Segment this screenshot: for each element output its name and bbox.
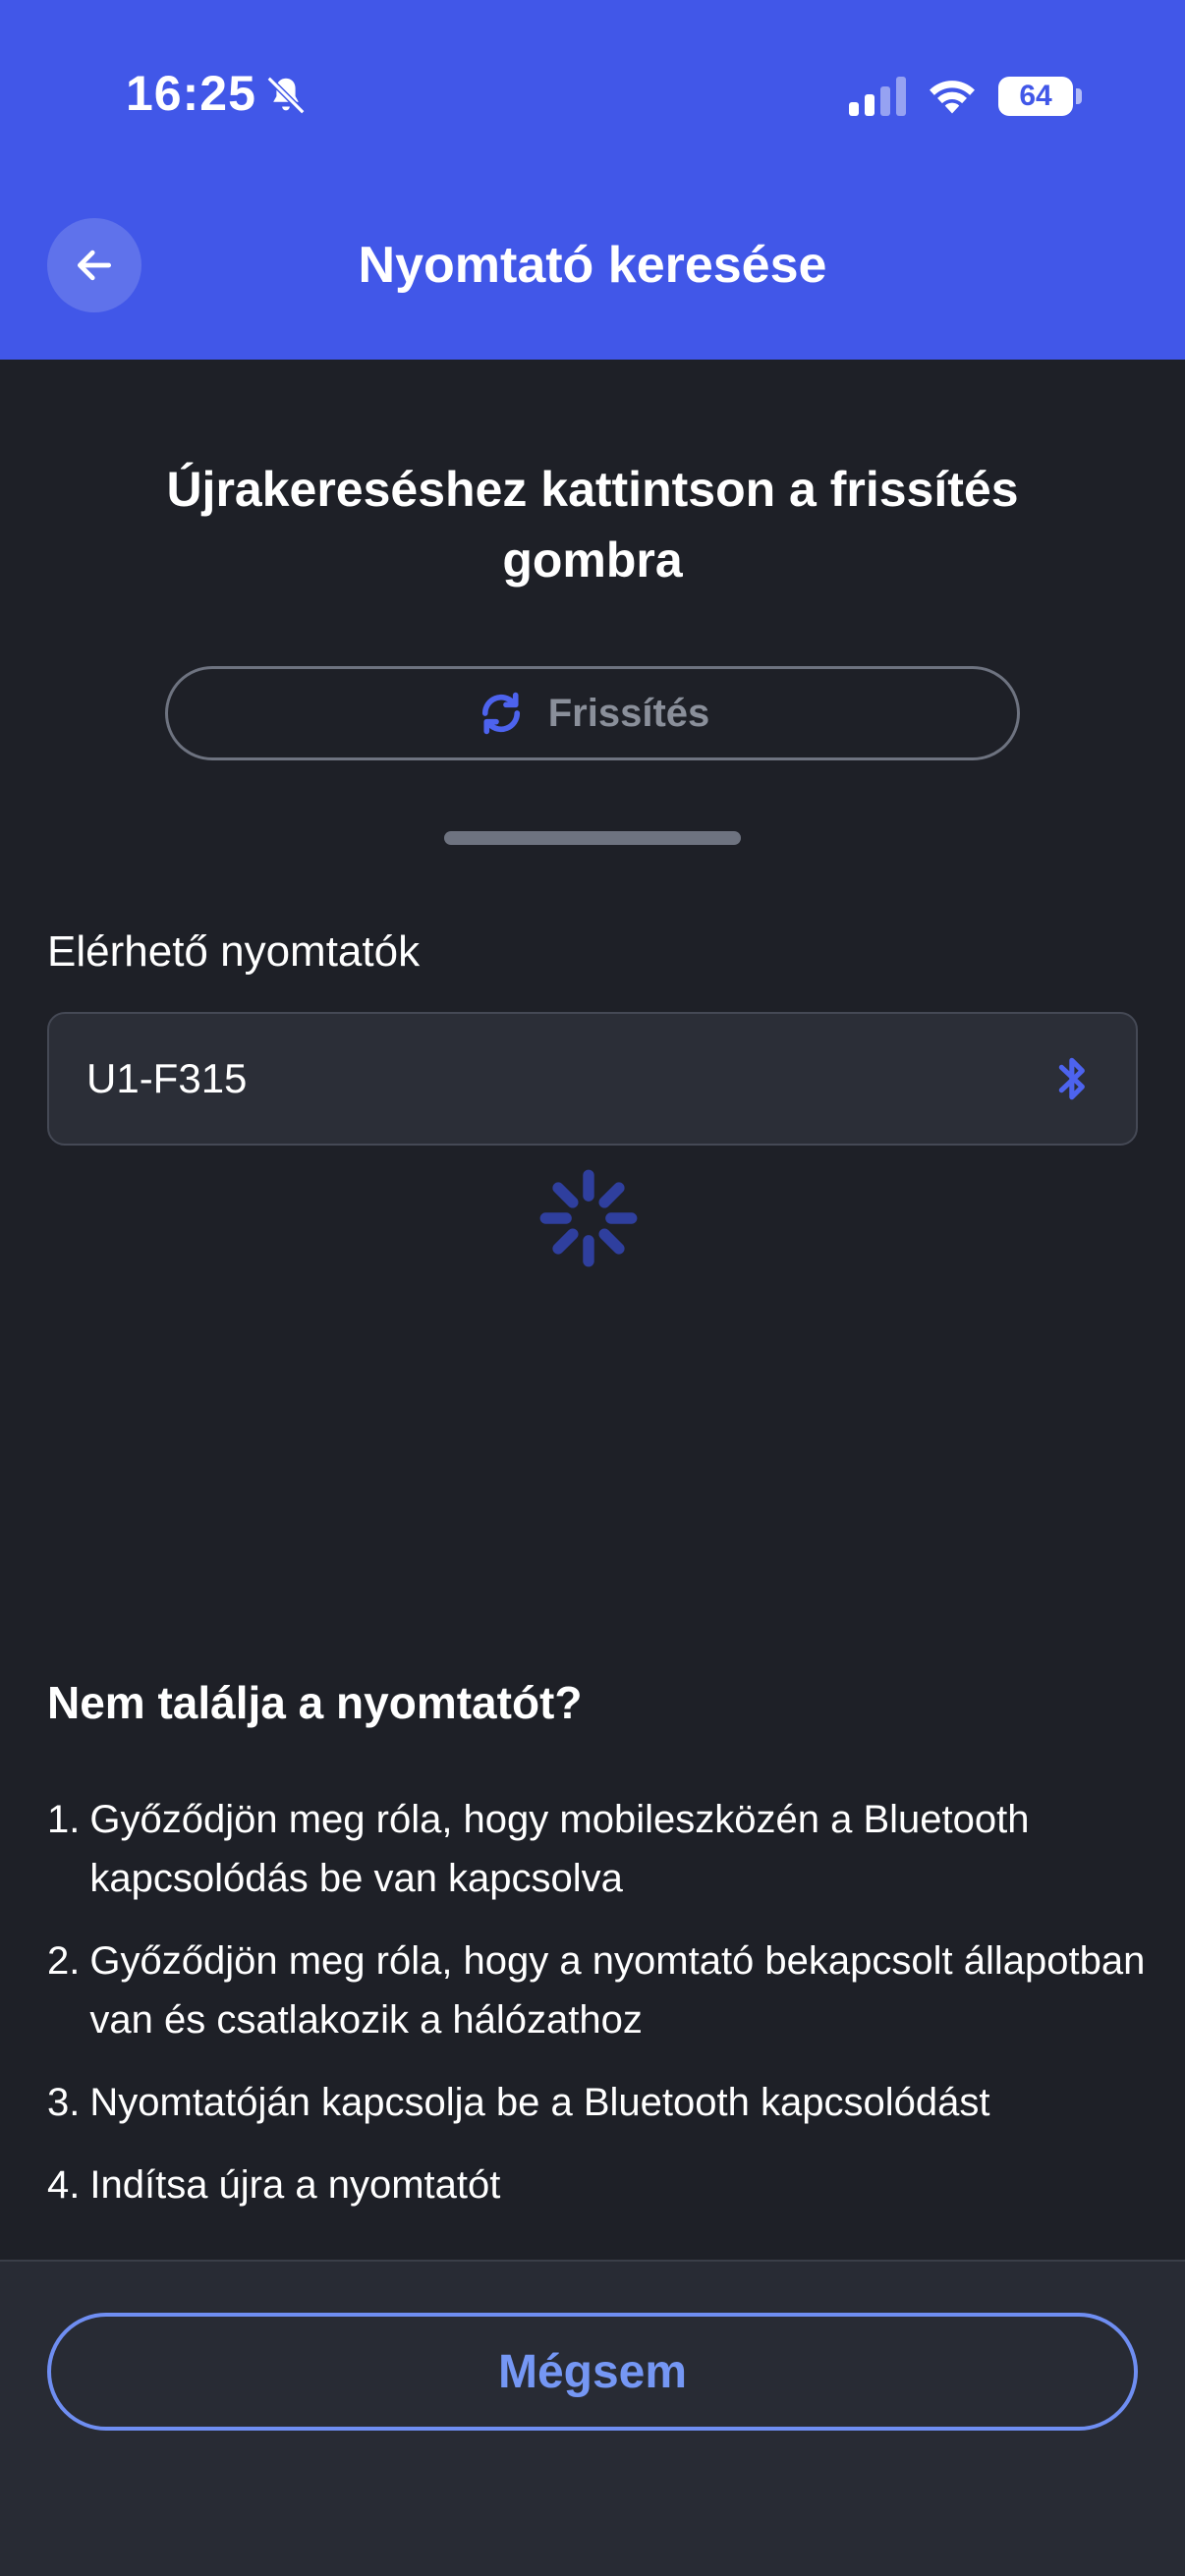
- help-item-text: Győződjön meg róla, hogy a nyomtató beka…: [89, 1939, 1146, 2042]
- cellular-signal-icon: [849, 77, 906, 116]
- help-item-text: Győződjön meg róla, hogy mobileszközén a…: [89, 1798, 1030, 1900]
- cancel-button[interactable]: Mégsem: [47, 2313, 1138, 2431]
- printer-list-item[interactable]: U1-F315: [47, 1012, 1138, 1146]
- help-item: 2. Győződjön meg róla, hogy a nyomtató b…: [47, 1932, 1148, 2049]
- wifi-icon: [930, 81, 975, 114]
- help-item: 1. Győződjön meg róla, hogy mobileszközé…: [47, 1790, 1148, 1908]
- refresh-button[interactable]: Frissítés: [165, 666, 1020, 760]
- top-header: 16:25 64 Nyomtató keresése: [0, 0, 1185, 360]
- battery-icon: 64: [998, 77, 1073, 116]
- help-item-number: 2.: [47, 1939, 81, 1983]
- help-list: 1. Győződjön meg róla, hogy mobileszközé…: [47, 1790, 1148, 2238]
- bluetooth-icon: [1058, 1057, 1085, 1100]
- help-item-text: Indítsa újra a nyomtatót: [89, 2163, 501, 2207]
- help-item: 3. Nyomtatóján kapcsolja be a Bluetooth …: [47, 2073, 1148, 2132]
- help-item-text: Nyomtatóján kapcsolja be a Bluetooth kap…: [89, 2081, 990, 2124]
- battery-tip: [1076, 88, 1082, 104]
- refresh-icon: [481, 692, 520, 735]
- divider-handle: [444, 831, 741, 845]
- help-item: 4. Indítsa újra a nyomtatót: [47, 2156, 1148, 2214]
- help-title: Nem találja a nyomtatót?: [47, 1677, 583, 1728]
- available-printers-label: Elérhető nyomtatók: [47, 927, 421, 976]
- printer-name: U1-F315: [86, 1055, 248, 1101]
- bell-slash-icon: [266, 76, 306, 115]
- refresh-instruction: Újrakereséshez kattintson a frissítés go…: [166, 462, 1019, 588]
- page-title: Nyomtató keresése: [358, 237, 827, 294]
- help-item-number: 4.: [47, 2163, 81, 2207]
- help-item-number: 3.: [47, 2081, 81, 2124]
- status-time: 16:25: [126, 66, 256, 121]
- refresh-button-label: Frissítés: [547, 691, 710, 735]
- loading-spinner-icon: [539, 1169, 638, 1267]
- help-item-number: 1.: [47, 1798, 81, 1841]
